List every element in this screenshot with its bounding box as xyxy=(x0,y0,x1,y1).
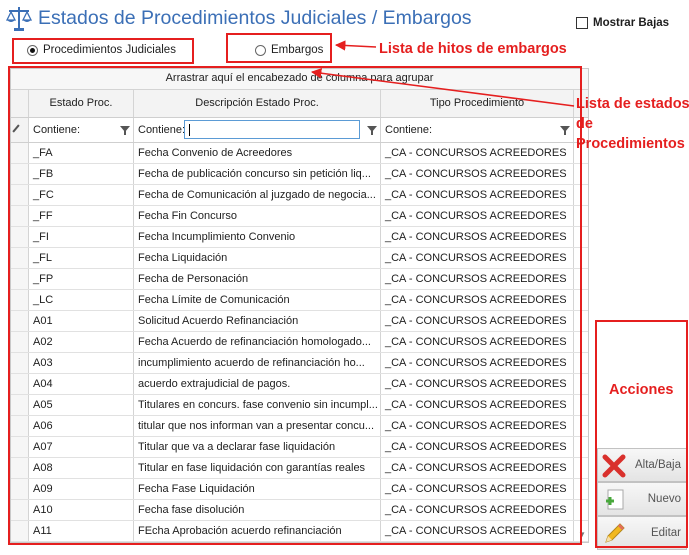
annotation-box-seizures xyxy=(226,33,332,63)
annotation-states-line2: de xyxy=(576,116,593,132)
annotation-seizures-label: Lista de hitos de embargos xyxy=(379,41,567,57)
annotation-box-procedures xyxy=(12,38,194,64)
annotation-box-actions xyxy=(595,320,688,548)
annotation-box-grid xyxy=(8,66,582,545)
page-title: Estados de Procedimientos Judiciales / E… xyxy=(38,7,472,29)
arrow-to-seizures xyxy=(334,40,377,51)
annotation-states-label: Lista de estados de Procedimientos xyxy=(576,94,689,154)
show-inactive-label: Mostrar Bajas xyxy=(593,17,670,29)
scales-of-justice-icon xyxy=(6,7,32,31)
checkbox-box[interactable] xyxy=(576,17,588,29)
annotation-actions-label: Acciones xyxy=(609,382,674,398)
show-inactive-checkbox[interactable]: Mostrar Bajas xyxy=(576,17,669,29)
annotation-states-line1: Lista de estados xyxy=(576,96,689,112)
annotation-states-line3: Procedimientos xyxy=(576,136,685,152)
